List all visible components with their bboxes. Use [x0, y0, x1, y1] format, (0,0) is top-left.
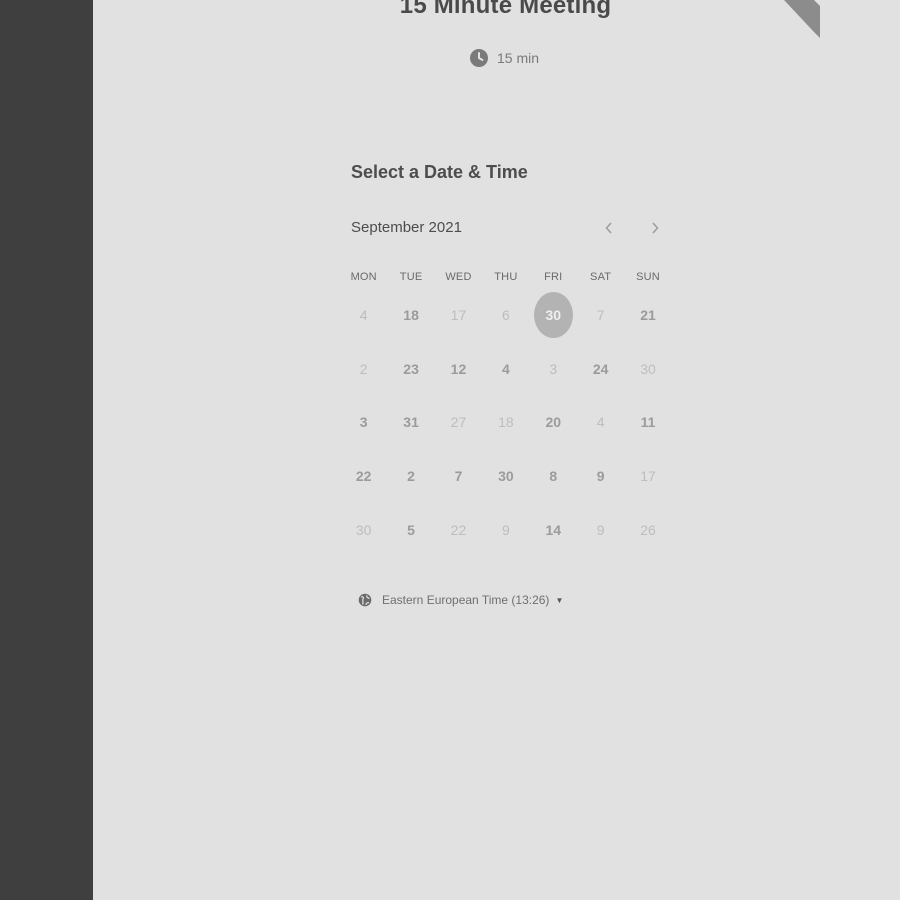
- day-available[interactable]: 20: [534, 403, 572, 441]
- day-available[interactable]: 23: [392, 350, 430, 388]
- day-cell: 4: [482, 342, 529, 396]
- prev-month-button[interactable]: [598, 216, 620, 240]
- day-unavailable: 9: [596, 521, 605, 538]
- day-cell: 26: [624, 503, 671, 557]
- weekday-sat: SAT: [590, 271, 612, 283]
- day-cell: 23: [387, 342, 434, 396]
- day-cell: 3: [530, 342, 577, 396]
- day-cell: 7: [435, 449, 482, 503]
- day-cell: 30: [530, 288, 577, 342]
- day-available[interactable]: 12: [439, 350, 477, 388]
- day-unavailable: 4: [596, 414, 605, 431]
- day-unavailable: 9: [501, 521, 510, 538]
- day-available[interactable]: 14: [534, 511, 572, 549]
- day-cell: 30: [624, 342, 671, 396]
- day-available[interactable]: 18: [392, 296, 430, 334]
- day-available[interactable]: 3: [345, 403, 383, 441]
- day-available[interactable]: 24: [582, 350, 620, 388]
- day-unavailable: 22: [450, 521, 467, 538]
- next-month-button[interactable]: [644, 216, 666, 240]
- day-cell: 21: [624, 288, 671, 342]
- day-cell: 31: [387, 396, 434, 450]
- day-unavailable: 4: [359, 306, 368, 323]
- day-cell: 8: [530, 449, 577, 503]
- day-available[interactable]: 21: [629, 296, 667, 334]
- day-cell: 22: [435, 503, 482, 557]
- day-unavailable: 27: [450, 414, 467, 431]
- chevron-left-icon: [605, 222, 612, 234]
- day-available[interactable]: 5: [392, 511, 430, 549]
- day-unavailable: 7: [596, 306, 605, 323]
- day-available[interactable]: 7: [439, 457, 477, 495]
- day-cell: 9: [482, 503, 529, 557]
- chevron-right-icon: [652, 222, 659, 234]
- month-label: September 2021: [351, 219, 462, 236]
- day-cell: 12: [435, 342, 482, 396]
- caret-down-icon: ▼: [555, 595, 564, 605]
- day-available[interactable]: 11: [629, 403, 667, 441]
- day-available[interactable]: 30: [487, 457, 525, 495]
- weekday-header: MON TUE WED THU FRI SAT SUN: [340, 271, 672, 283]
- day-unavailable: 2: [359, 360, 368, 377]
- duration-label: 15 min: [497, 50, 540, 66]
- day-cell: 18: [387, 288, 434, 342]
- day-available[interactable]: 22: [345, 457, 383, 495]
- day-cell: 14: [530, 503, 577, 557]
- clock-icon: [470, 49, 488, 67]
- day-unavailable: 17: [450, 306, 467, 323]
- day-cell: 27: [435, 396, 482, 450]
- day-available[interactable]: 9: [582, 457, 620, 495]
- day-cell: 24: [577, 342, 624, 396]
- day-cell: 2: [340, 342, 387, 396]
- day-cell: 30: [340, 503, 387, 557]
- weekday-tue: TUE: [399, 271, 423, 283]
- select-date-heading: Select a Date & Time: [351, 162, 528, 182]
- weekday-wed: WED: [445, 271, 472, 283]
- event-title: 15 Minute Meeting: [399, 0, 612, 19]
- timezone-label: Eastern European Time (13:26): [382, 593, 550, 607]
- calendar-day-grid: 4 18 17 6 30 7 21 2 23 12 4 3 24 30 3 31 27 18 20 4 11 22 2 7 30…: [340, 288, 672, 557]
- weekday-sun: SUN: [636, 271, 660, 283]
- left-sidebar: [0, 0, 93, 900]
- day-cell: 17: [624, 449, 671, 503]
- globe-icon: [358, 593, 372, 607]
- weekday-mon: MON: [350, 271, 377, 283]
- event-duration: 15 min: [470, 47, 539, 69]
- booking-page: 15 Minute Meeting 15 min Select a Date &…: [0, 0, 900, 900]
- day-unavailable: 26: [640, 521, 656, 538]
- day-cell: 11: [624, 396, 671, 450]
- day-unavailable: 30: [355, 521, 372, 538]
- day-available[interactable]: 4: [487, 350, 525, 388]
- day-cell: 6: [482, 288, 529, 342]
- day-cell: 9: [577, 503, 624, 557]
- weekday-fri: FRI: [544, 271, 563, 283]
- day-cell: 18: [482, 396, 529, 450]
- day-cell: 5: [387, 503, 434, 557]
- day-unavailable: 30: [640, 360, 656, 377]
- day-selected[interactable]: 30: [533, 291, 573, 338]
- day-cell: 20: [530, 396, 577, 450]
- day-cell: 22: [340, 449, 387, 503]
- day-cell: 30: [482, 449, 529, 503]
- day-cell: 9: [577, 449, 624, 503]
- day-unavailable: 17: [640, 468, 656, 485]
- day-cell: 4: [577, 396, 624, 450]
- day-cell: 2: [387, 449, 434, 503]
- day-cell: 3: [340, 396, 387, 450]
- day-available[interactable]: 8: [534, 457, 572, 495]
- day-unavailable: 6: [501, 306, 510, 323]
- day-unavailable: 3: [549, 360, 558, 377]
- weekday-thu: THU: [494, 271, 518, 283]
- day-available[interactable]: 2: [392, 457, 430, 495]
- day-available[interactable]: 31: [392, 403, 430, 441]
- day-cell: 4: [340, 288, 387, 342]
- timezone-selector[interactable]: Eastern European Time (13:26) ▼: [358, 593, 563, 607]
- day-cell: 17: [435, 288, 482, 342]
- day-cell: 7: [577, 288, 624, 342]
- day-unavailable: 18: [498, 414, 514, 431]
